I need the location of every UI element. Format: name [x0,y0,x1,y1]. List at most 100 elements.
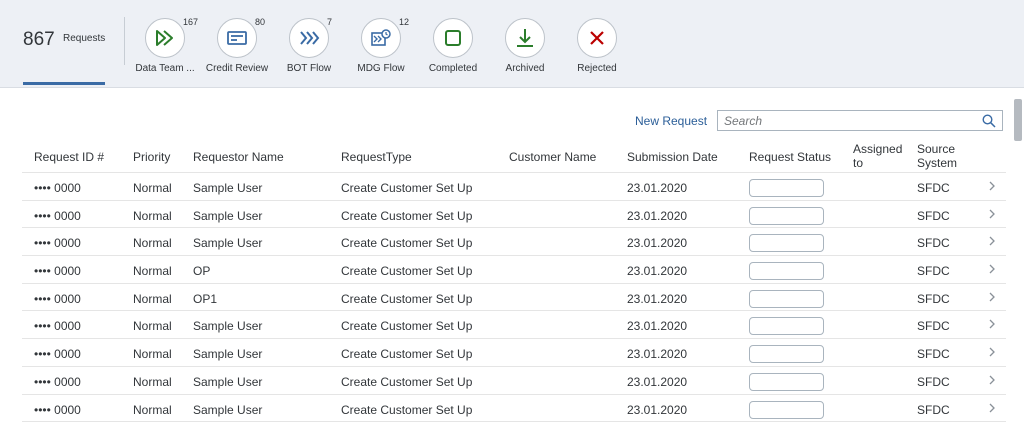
cell-requestor-name: Sample User [193,347,262,361]
tab-badge: 167 [183,17,198,27]
cell-submission-date: 23.01.2020 [627,181,687,195]
cell-request-id: •••• 0000 [34,236,81,250]
cell-priority: Normal [133,292,172,306]
table-row[interactable]: •••• 0000 Normal Sample User Create Cust… [22,395,1006,422]
column-header-source-system[interactable]: Source System [917,142,969,170]
chevron-right-icon[interactable] [987,318,997,330]
table-row[interactable]: •••• 0000 Normal Sample User Create Cust… [22,228,1006,256]
credit-card-icon [217,18,257,58]
cell-request-type: Create Customer Set Up [341,403,472,417]
cell-requestor-name: Sample User [193,403,262,417]
cell-priority: Normal [133,209,172,223]
tab-data-team[interactable]: 167 Data Team ... [129,16,201,78]
cell-request-id: •••• 0000 [34,403,81,417]
chevron-right-icon[interactable] [987,180,997,192]
table-row[interactable]: •••• 0000 Normal OP Create Customer Set … [22,256,1006,284]
cell-request-type: Create Customer Set Up [341,292,472,306]
cell-priority: Normal [133,319,172,333]
table-row[interactable]: •••• 0000 Normal Sample User Create Cust… [22,201,1006,229]
cell-request-type: Create Customer Set Up [341,181,472,195]
request-status-field[interactable] [749,401,824,419]
cell-priority: Normal [133,264,172,278]
workflow-clock-icon [361,18,401,58]
cell-request-type: Create Customer Set Up [341,375,472,389]
table-toolbar: New Request [0,110,1024,132]
request-status-field[interactable] [749,234,824,252]
tab-archived[interactable]: Archived [489,16,561,78]
cell-priority: Normal [133,403,172,417]
column-header-assigned-to[interactable]: Assigned to [853,142,909,170]
tab-label: Rejected [555,63,639,74]
column-header-submission-date[interactable]: Submission Date [627,150,718,164]
cell-submission-date: 23.01.2020 [627,347,687,361]
tab-completed[interactable]: Completed [417,16,489,78]
tab-credit-review[interactable]: 80 Credit Review [201,16,273,78]
column-header-priority[interactable]: Priority [133,150,170,164]
chevron-right-icon[interactable] [987,346,997,358]
column-header-request-type[interactable]: RequestType [341,150,412,164]
chevron-right-icon[interactable] [987,263,997,275]
cell-priority: Normal [133,236,172,250]
cell-source-system: SFDC [917,181,950,195]
tab-mdg-flow[interactable]: 12 MDG Flow [345,16,417,78]
column-header-request-id[interactable]: Request ID # [34,150,104,164]
tab-rejected[interactable]: Rejected [561,16,633,78]
cell-priority: Normal [133,375,172,389]
table-row[interactable]: •••• 0000 Normal Sample User Create Cust… [22,367,1006,395]
column-header-requestor-name[interactable]: Requestor Name [193,150,284,164]
cell-request-id: •••• 0000 [34,181,81,195]
cell-request-id: •••• 0000 [34,375,81,389]
chevron-right-icon[interactable] [987,374,997,386]
cell-requestor-name: Sample User [193,209,262,223]
chevron-right-icon[interactable] [987,291,997,303]
cell-request-type: Create Customer Set Up [341,264,472,278]
selected-tab-indicator [23,82,105,85]
tab-badge: 80 [255,17,265,27]
table-header: Request ID # Priority Requestor Name Req… [22,140,1006,173]
tab-badge: 7 [327,17,332,27]
table-row[interactable]: •••• 0000 Normal Sample User Create Cust… [22,339,1006,367]
cell-submission-date: 23.01.2020 [627,292,687,306]
cell-source-system: SFDC [917,403,950,417]
request-status-field[interactable] [749,373,824,391]
new-request-link[interactable]: New Request [635,114,707,128]
cell-request-id: •••• 0000 [34,347,81,361]
icon-tab-bar: 867 Requests 167 Data Team ... 80 Credit… [0,0,1024,88]
table-row[interactable]: •••• 0000 Normal OP1 Create Customer Set… [22,284,1006,312]
request-status-field[interactable] [749,317,824,335]
tab-all-requests[interactable]: 867 Requests [23,0,105,85]
request-status-field[interactable] [749,345,824,363]
cell-source-system: SFDC [917,347,950,361]
cell-requestor-name: OP [193,264,210,278]
chevron-right-icon[interactable] [987,208,997,220]
request-count: 867 [23,29,55,51]
request-status-field[interactable] [749,207,824,225]
request-status-field[interactable] [749,262,824,280]
table-row[interactable]: •••• 0000 Normal Sample User Create Cust… [22,311,1006,339]
cell-submission-date: 23.01.2020 [627,403,687,417]
cell-source-system: SFDC [917,292,950,306]
search-field[interactable] [717,110,1003,131]
cell-request-type: Create Customer Set Up [341,347,472,361]
cell-request-id: •••• 0000 [34,292,81,306]
cell-requestor-name: Sample User [193,236,262,250]
cell-source-system: SFDC [917,236,950,250]
column-header-request-status[interactable]: Request Status [749,150,831,164]
column-header-customer-name[interactable]: Customer Name [509,150,596,164]
table-row[interactable]: •••• 0000 Normal Sample User Create Cust… [22,173,1006,201]
cell-submission-date: 23.01.2020 [627,236,687,250]
chevron-right-icon[interactable] [987,235,997,247]
search-input[interactable] [724,113,974,128]
cell-priority: Normal [133,181,172,195]
search-icon[interactable] [982,114,996,128]
vertical-scrollbar-thumb[interactable] [1014,99,1022,141]
cell-requestor-name: OP1 [193,292,217,306]
triple-chevron-icon [289,18,329,58]
request-count-label: Requests [63,33,105,44]
cell-submission-date: 23.01.2020 [627,264,687,278]
double-play-icon [145,18,185,58]
request-status-field[interactable] [749,179,824,197]
tab-bot-flow[interactable]: 7 BOT Flow [273,16,345,78]
request-status-field[interactable] [749,290,824,308]
chevron-right-icon[interactable] [987,402,997,414]
